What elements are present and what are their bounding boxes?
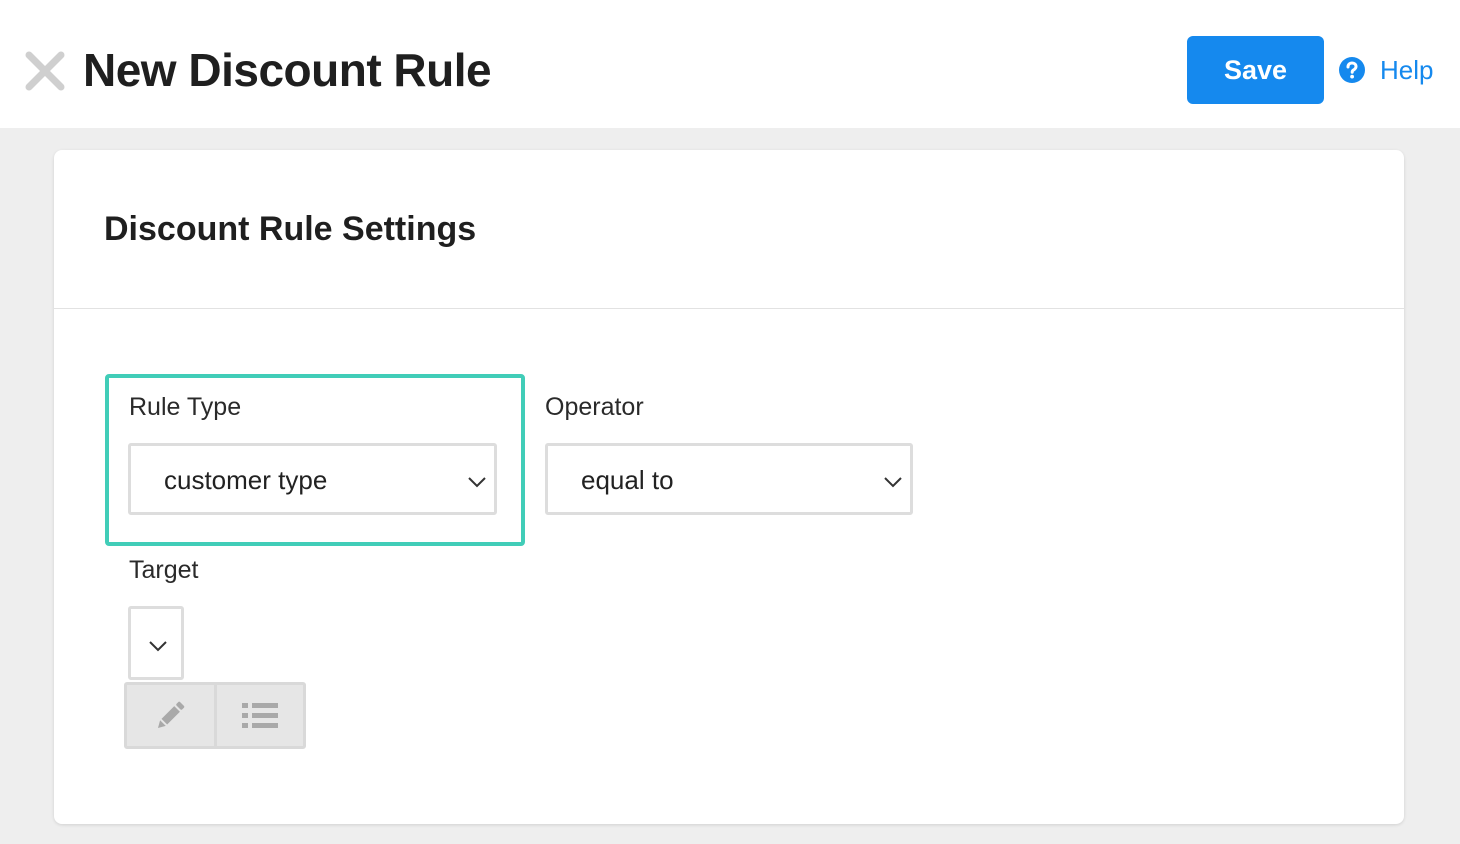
close-icon[interactable] [24,50,66,92]
chevron-down-icon [884,477,902,488]
operator-select[interactable]: equal to [545,443,913,515]
target-mode-toggle [124,682,306,749]
chevron-down-icon [468,477,486,488]
list-mode-button[interactable] [213,685,304,746]
target-label: Target [129,556,199,584]
rule-type-select[interactable]: customer type [128,443,497,515]
edit-mode-button[interactable] [127,685,214,746]
target-select[interactable] [128,606,184,680]
settings-card: Discount Rule Settings Rule Type custome… [54,150,1404,824]
save-button[interactable]: Save [1187,36,1324,104]
rule-type-value: customer type [164,465,328,495]
page-title: New Discount Rule [83,44,492,96]
card-title: Discount Rule Settings [104,210,477,248]
help-link[interactable]: Help [1338,54,1433,86]
operator-label: Operator [545,393,644,421]
page-header: New Discount Rule Save Help [0,0,1460,128]
help-label: Help [1380,54,1434,85]
pencil-icon [158,701,185,728]
rule-type-label: Rule Type [129,393,242,421]
question-circle-icon [1338,56,1366,84]
list-icon [241,702,278,728]
card-divider [54,308,1404,309]
chevron-down-icon [149,641,167,652]
operator-value: equal to [581,465,674,495]
